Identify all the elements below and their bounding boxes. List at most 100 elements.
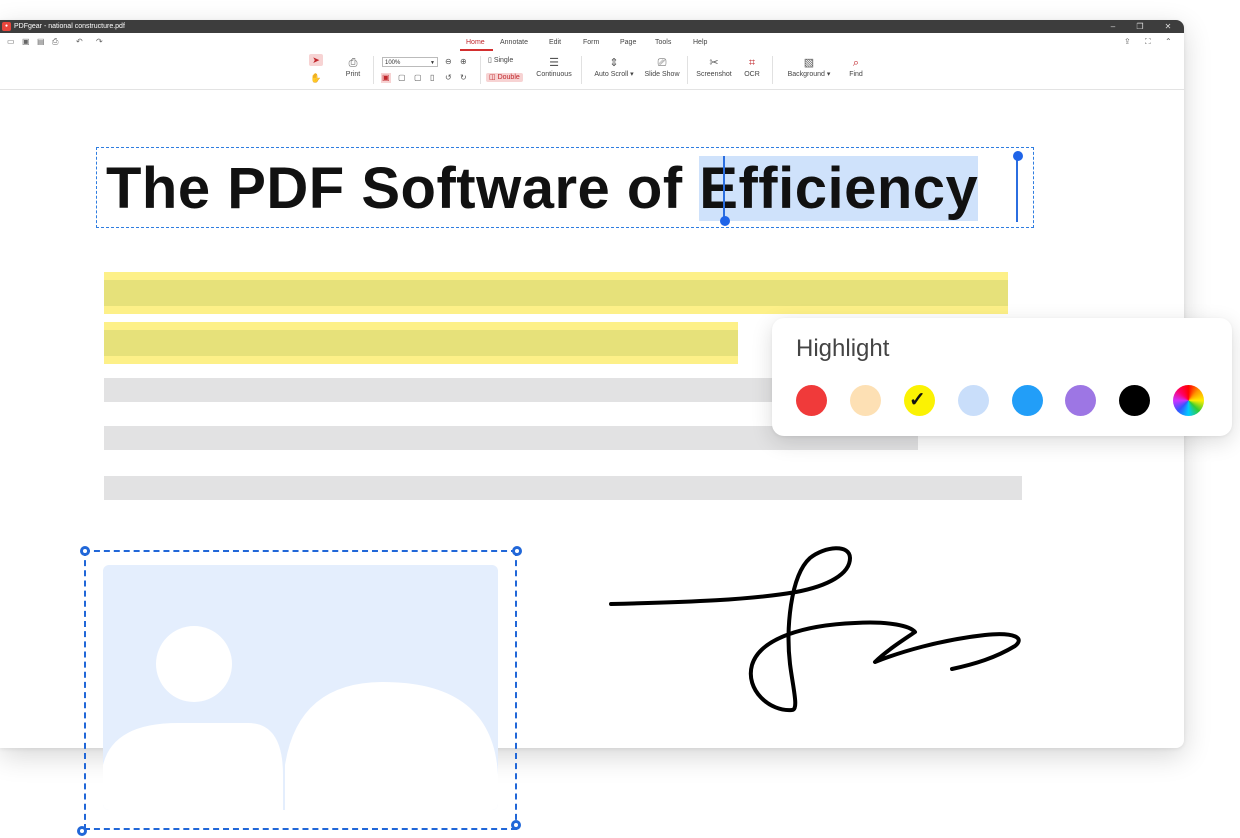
ribbon-divider [373, 56, 374, 84]
open-folder-icon[interactable]: ▭ [7, 37, 15, 47]
zoom-in-icon[interactable]: ⊕ [460, 57, 467, 67]
select-tool-icon[interactable]: ➤ [309, 54, 323, 66]
tab-annotate[interactable]: Annotate [500, 38, 528, 47]
window-title: PDFgear - national constructure.pdf [14, 23, 125, 30]
find-icon: ⌕ [852, 57, 860, 69]
color-swatch-peach[interactable] [850, 385, 881, 416]
ocr-icon: ⌗ [748, 57, 756, 69]
highlighted-line[interactable] [104, 330, 738, 356]
printer-icon: ⎙ [348, 57, 358, 69]
selection-start-handle[interactable] [720, 216, 730, 226]
handwritten-signature[interactable] [600, 540, 1030, 715]
auto-scroll-label: Auto Scroll ▾ [594, 71, 634, 78]
print-label: Print [345, 71, 361, 78]
save-icon[interactable]: ▣ [22, 37, 30, 47]
fit-page-icon[interactable]: ▣ [381, 73, 391, 83]
ocr-button[interactable]: ⌗ OCR [740, 56, 764, 79]
slide-show-icon: ⎚ [657, 57, 667, 69]
image-selection-frame[interactable] [84, 550, 517, 830]
color-swatch-custom-rainbow[interactable] [1173, 385, 1204, 416]
tab-home[interactable]: Home [466, 38, 485, 47]
ribbon-border [0, 89, 1184, 90]
fullscreen-icon[interactable]: ⛶ [1145, 37, 1151, 47]
actual-size-icon[interactable]: ▢ [414, 73, 422, 83]
fit-width-icon[interactable]: ▢ [398, 73, 406, 83]
color-swatch-purple[interactable] [1065, 385, 1096, 416]
heading-selected-text[interactable]: Efficiency [699, 156, 979, 221]
background-button[interactable]: ▧ Background ▾ [784, 56, 834, 79]
resize-handle-top-left[interactable] [80, 546, 90, 556]
undo-icon[interactable]: ↶ [76, 37, 83, 47]
color-swatch-light-blue[interactable] [958, 385, 989, 416]
share-icon[interactable]: ⇪ [1124, 37, 1131, 47]
title-bar: ● PDFgear - national constructure.pdf – … [0, 20, 1184, 33]
continuous-icon: ☰ [549, 57, 559, 69]
single-label: Single [493, 57, 514, 64]
screenshot-button[interactable]: ✂ Screenshot [694, 56, 734, 79]
single-page-button[interactable]: ▯ Single [488, 56, 513, 65]
find-button[interactable]: ⌕ Find [844, 56, 868, 79]
zoom-out-icon[interactable]: ⊖ [445, 57, 452, 67]
auto-scroll-icon: ⇕ [609, 57, 619, 69]
resize-handle-bottom-right[interactable] [511, 820, 521, 830]
color-swatch-black[interactable] [1119, 385, 1150, 416]
close-icon[interactable]: ✕ [1161, 21, 1175, 32]
highlight-color-popup: Highlight ✓ [772, 318, 1232, 436]
hand-tool-icon[interactable]: ✋ [309, 72, 323, 84]
scissors-icon: ✂ [709, 57, 719, 69]
background-icon: ▧ [803, 57, 815, 69]
tab-form[interactable]: Form [583, 38, 599, 47]
continuous-label: Continuous [536, 71, 572, 78]
find-label: Find [849, 71, 863, 78]
ribbon-divider [480, 56, 481, 84]
resize-handle-top-right[interactable] [512, 546, 522, 556]
selection-end-handle[interactable] [1013, 151, 1023, 161]
tab-help[interactable]: Help [693, 38, 707, 47]
save-as-icon[interactable]: ▤ [37, 37, 45, 47]
color-swatch-red[interactable] [796, 385, 827, 416]
redo-icon[interactable]: ↷ [96, 37, 103, 47]
color-swatch-blue[interactable] [1012, 385, 1043, 416]
document-heading[interactable]: The PDF Software of Efficiency [106, 152, 979, 226]
text-line-placeholder [104, 378, 794, 402]
screenshot-label: Screenshot [696, 71, 732, 78]
ocr-label: OCR [744, 71, 760, 78]
background-label: Background ▾ [787, 71, 831, 78]
collapse-ribbon-icon[interactable]: ⌃ [1165, 37, 1172, 47]
tab-tools[interactable]: Tools [655, 38, 671, 47]
slide-show-label: Slide Show [644, 71, 680, 78]
resize-handle-bottom-left[interactable] [77, 826, 87, 836]
single-page-icon: ▯ [488, 57, 492, 64]
rotate-left-icon[interactable]: ↺ [445, 73, 452, 83]
slide-show-button[interactable]: ⎚ Slide Show [641, 56, 683, 79]
zoom-value: 100% [385, 60, 401, 66]
active-tab-indicator [460, 49, 493, 51]
print-button[interactable]: ⎙ Print [340, 56, 366, 79]
double-label: Double [497, 74, 520, 81]
pdfgear-logo-icon: ● [2, 22, 11, 31]
selection-end-caret [1016, 156, 1018, 222]
heading-plain-text: The PDF Software of [106, 156, 700, 221]
double-page-button[interactable]: ◫ Double [486, 73, 523, 82]
highlighted-line[interactable] [104, 280, 1008, 306]
restore-icon[interactable]: ❐ [1133, 21, 1147, 32]
tab-edit[interactable]: Edit [549, 38, 561, 47]
continuous-button[interactable]: ☰ Continuous [533, 56, 575, 79]
ribbon-divider [687, 56, 688, 84]
selection-start-caret [723, 156, 725, 224]
tab-page[interactable]: Page [620, 38, 636, 47]
checkmark-icon: ✓ [909, 389, 926, 411]
color-swatch-yellow[interactable]: ✓ [904, 385, 935, 416]
fit-height-icon[interactable]: ▯ [430, 73, 434, 83]
double-page-icon: ◫ [489, 74, 496, 81]
highlight-popup-title: Highlight [796, 335, 890, 362]
rotate-right-icon[interactable]: ↻ [460, 73, 467, 83]
print-small-icon[interactable]: ⎙ [52, 37, 58, 47]
ribbon-divider [772, 56, 773, 84]
dropdown-arrow-icon: ▼ [430, 60, 435, 66]
ribbon-divider [581, 56, 582, 84]
minimize-icon[interactable]: – [1106, 21, 1120, 32]
zoom-select[interactable]: 100% ▼ [382, 57, 438, 67]
text-line-placeholder [104, 476, 1022, 500]
auto-scroll-button[interactable]: ⇕ Auto Scroll ▾ [590, 56, 638, 79]
